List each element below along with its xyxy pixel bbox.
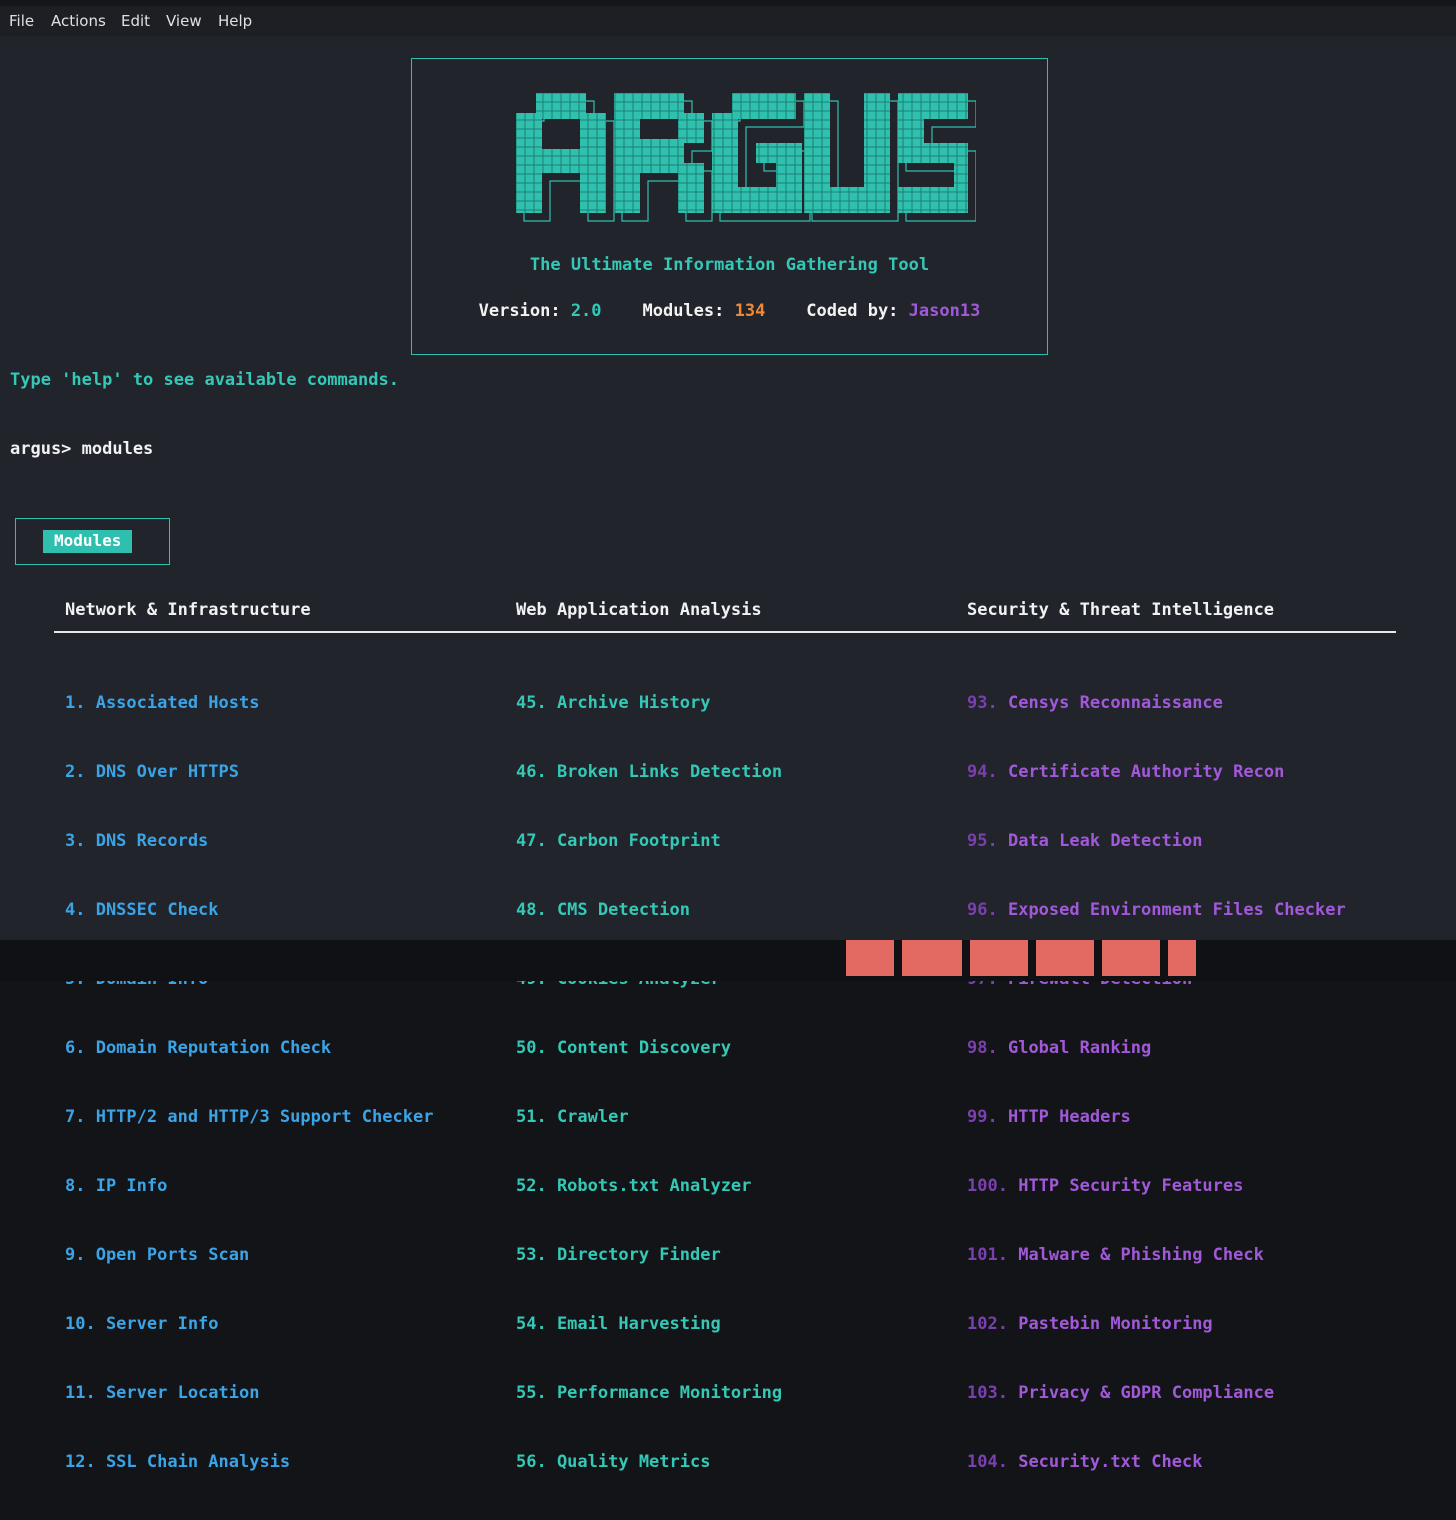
terminal-window: File Actions Edit View Help The Ultimate… xyxy=(0,0,1456,1472)
list-item: 51. Crawler xyxy=(516,1107,629,1127)
item-number: 101. xyxy=(967,1245,1008,1265)
item-number: 95. xyxy=(967,831,998,851)
list-item: 55. Performance Monitoring xyxy=(516,1383,783,1403)
column-header-security: Security & Threat Intelligence xyxy=(967,600,1275,620)
list-item: 101. Malware & Phishing Check xyxy=(967,1244,1346,1267)
item-number: 96. xyxy=(967,900,998,920)
menu-edit[interactable]: Edit xyxy=(121,12,150,30)
argus-logo xyxy=(516,93,977,227)
list-item: 12. SSL Chain Analysis xyxy=(65,1452,291,1472)
menu-help[interactable]: Help xyxy=(218,12,252,30)
list-item: 52. Robots.txt Analyzer xyxy=(516,1176,752,1196)
item-name: Security.txt Check xyxy=(1018,1452,1203,1472)
web-module-list: 45. Archive History 46. Broken Links Det… xyxy=(516,646,782,1520)
help-hint: Type 'help' to see available commands. xyxy=(10,370,399,390)
item-number: 93. xyxy=(967,693,998,713)
argus-logo-art xyxy=(516,93,977,222)
item-name: Data Leak Detection xyxy=(1007,831,1203,851)
version-line: Version: 2.0 Modules: 134 Coded by: Jaso… xyxy=(412,301,1047,321)
list-item: 50. Content Discovery xyxy=(516,1038,731,1058)
list-item: 54. Email Harvesting xyxy=(516,1314,721,1334)
modules-count: 134 xyxy=(734,301,766,321)
list-item: 45. Archive History xyxy=(516,693,711,713)
security-module-list: 93. Censys Reconnaissance 94. Certificat… xyxy=(967,646,1346,1520)
list-item: 8. IP Info xyxy=(65,1176,168,1196)
list-item: 48. CMS Detection xyxy=(516,900,690,920)
item-name: Certificate Authority Recon xyxy=(1007,762,1285,782)
item-number: 98. xyxy=(967,1038,998,1058)
wallpaper-stripe xyxy=(846,940,894,976)
column-header-network: Network & Infrastructure xyxy=(65,600,311,620)
menu-actions[interactable]: Actions xyxy=(51,12,106,30)
item-name: HTTP Headers xyxy=(1007,1107,1131,1127)
wallpaper-stripe xyxy=(1168,940,1196,976)
wallpaper-stripe xyxy=(1102,940,1160,976)
item-name: Pastebin Monitoring xyxy=(1018,1314,1213,1334)
item-number: 94. xyxy=(967,762,998,782)
list-item: 6. Domain Reputation Check xyxy=(65,1038,332,1058)
list-item: 103. Privacy & GDPR Compliance xyxy=(967,1382,1346,1405)
list-item: 98. Global Ranking xyxy=(967,1037,1346,1060)
item-name: Exposed Environment Files Checker xyxy=(1007,900,1346,920)
wallpaper-stripe xyxy=(902,940,962,976)
item-number: 99. xyxy=(967,1107,998,1127)
list-item: 9. Open Ports Scan xyxy=(65,1245,250,1265)
desktop-background xyxy=(0,940,1456,981)
list-item: 56. Quality Metrics xyxy=(516,1452,711,1472)
modules-title: Modules xyxy=(43,530,133,553)
version-value: 2.0 xyxy=(570,301,602,321)
banner-tagline: The Ultimate Information Gathering Tool xyxy=(529,255,930,275)
table-divider xyxy=(54,631,1396,633)
item-number: 102. xyxy=(967,1314,1008,1334)
list-item: 46. Broken Links Detection xyxy=(516,762,783,782)
wallpaper-stripe xyxy=(970,940,1028,976)
list-item: 102. Pastebin Monitoring xyxy=(967,1313,1346,1336)
item-name: Censys Reconnaissance xyxy=(1007,693,1223,713)
item-number: 103. xyxy=(967,1383,1008,1403)
menu-bar: File Actions Edit View Help xyxy=(0,6,1456,36)
list-item: 93. Censys Reconnaissance xyxy=(967,692,1346,715)
item-name: Malware & Phishing Check xyxy=(1018,1245,1264,1265)
version-label: Version: xyxy=(478,301,561,321)
list-item: 99. HTTP Headers xyxy=(967,1106,1346,1129)
network-module-list: 1. Associated Hosts 2. DNS Over HTTPS 3.… xyxy=(65,646,433,1520)
item-number: 104. xyxy=(967,1452,1008,1472)
list-item: 3. DNS Records xyxy=(65,831,209,851)
list-item: 96. Exposed Environment Files Checker xyxy=(967,899,1346,922)
list-item: 11. Server Location xyxy=(65,1383,260,1403)
menu-file[interactable]: File xyxy=(9,12,34,30)
column-header-web: Web Application Analysis xyxy=(516,600,762,620)
command-prompt[interactable]: argus> modules xyxy=(10,439,153,459)
list-item: 1. Associated Hosts xyxy=(65,693,260,713)
coded-label: Coded by: xyxy=(806,301,899,321)
list-item: 7. HTTP/2 and HTTP/3 Support Checker xyxy=(65,1107,434,1127)
list-item: 53. Directory Finder xyxy=(516,1245,721,1265)
list-item: 4. DNSSEC Check xyxy=(65,900,219,920)
wallpaper-stripe xyxy=(1036,940,1094,976)
banner-box: The Ultimate Information Gathering Tool … xyxy=(411,58,1048,355)
item-number: 100. xyxy=(967,1176,1008,1196)
list-item: 94. Certificate Authority Recon xyxy=(967,761,1346,784)
modules-title-box: Modules xyxy=(15,518,170,565)
item-name: Privacy & GDPR Compliance xyxy=(1018,1383,1275,1403)
list-item: 95. Data Leak Detection xyxy=(967,830,1346,853)
item-name: HTTP Security Features xyxy=(1018,1176,1244,1196)
list-item: 104. Security.txt Check xyxy=(967,1451,1346,1474)
modules-label: Modules: xyxy=(642,301,725,321)
list-item: 100. HTTP Security Features xyxy=(967,1175,1346,1198)
menu-view[interactable]: View xyxy=(166,12,202,30)
list-item: 2. DNS Over HTTPS xyxy=(65,762,239,782)
list-item: 10. Server Info xyxy=(65,1314,219,1334)
author-name: Jason13 xyxy=(908,301,981,321)
list-item: 47. Carbon Footprint xyxy=(516,831,721,851)
item-name: Global Ranking xyxy=(1007,1038,1152,1058)
